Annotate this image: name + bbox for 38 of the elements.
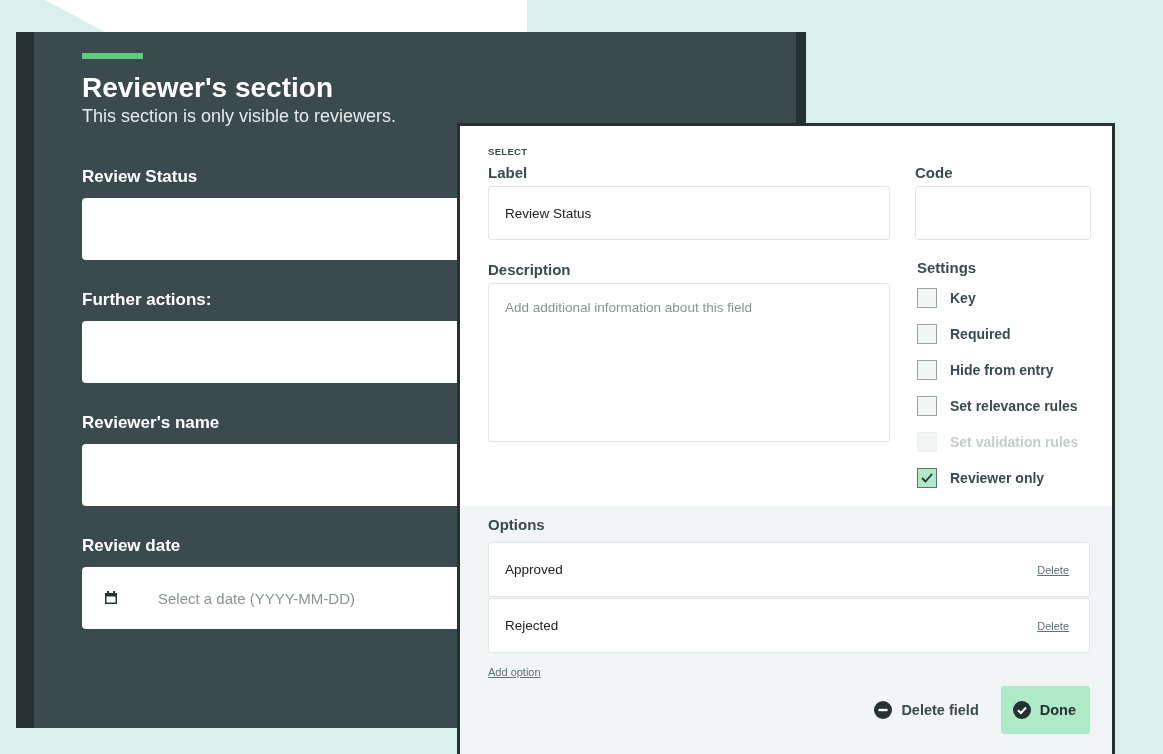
done-button[interactable]: Done [1000, 686, 1090, 734]
checkbox-label: Set relevance rules [950, 398, 1078, 414]
label-field[interactable]: Review Status [488, 186, 890, 240]
field-label: Further actions: [82, 290, 212, 310]
checkmark-icon [921, 473, 933, 483]
checkbox-label: Key [950, 290, 976, 306]
code-heading: Code [915, 164, 954, 181]
calendar-icon [104, 591, 118, 605]
minus-circle-icon [874, 701, 893, 719]
section-subtitle: This section is only visible to reviewers. [82, 105, 398, 127]
delete-link[interactable]: Delete [1037, 563, 1069, 576]
checkbox[interactable] [917, 360, 937, 380]
checkbox-label: Hide from entry [950, 362, 1054, 378]
options-heading: Options [488, 516, 546, 533]
description-field[interactable]: Add additional information about this field [488, 283, 890, 442]
checkbox[interactable] [917, 324, 937, 344]
field-label: Review date [82, 536, 181, 556]
checkbox[interactable] [917, 288, 937, 308]
check-circle-icon [1012, 701, 1031, 719]
section-title: Reviewer's section [82, 71, 334, 105]
settings-heading: Settings [917, 259, 978, 276]
checkbox[interactable] [917, 468, 937, 488]
checkbox[interactable] [917, 396, 937, 416]
code-field[interactable] [915, 186, 1091, 240]
description-heading: Description [488, 261, 572, 278]
field-label: Reviewer's name [82, 413, 220, 433]
add-option-link[interactable]: Add option [488, 666, 541, 678]
field-label: Review Status [82, 167, 198, 187]
label-heading: Label [488, 164, 529, 181]
accent-bar [82, 53, 143, 59]
checkbox-label: Required [950, 326, 1011, 342]
option-row[interactable]: Approved Delete [488, 542, 1090, 597]
field-type-label: SELECT [488, 146, 529, 157]
option-row[interactable]: Rejected Delete [488, 598, 1090, 653]
delete-field-button[interactable]: Delete field [874, 686, 979, 734]
delete-link[interactable]: Delete [1037, 619, 1069, 632]
checkbox-label: Set validation rules [950, 434, 1079, 450]
checkbox-label: Reviewer only [950, 470, 1045, 486]
